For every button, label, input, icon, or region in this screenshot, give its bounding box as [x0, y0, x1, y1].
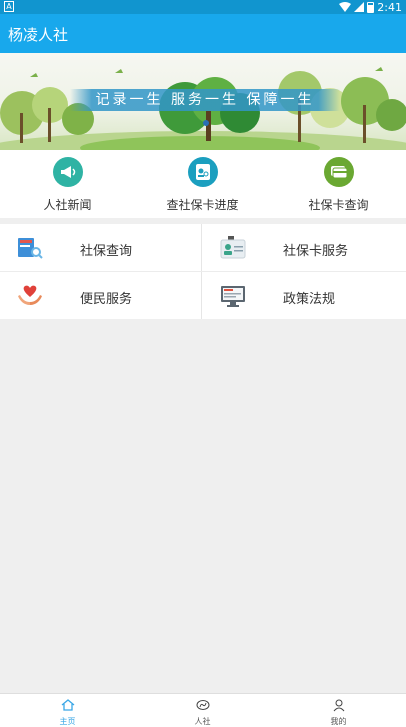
service-policy[interactable]: 政策法规 — [203, 272, 406, 319]
tab-label: 人社 — [194, 717, 211, 726]
status-bar: A 2:41 — [0, 0, 406, 14]
card-icon — [323, 157, 354, 187]
banner[interactable]: 记录一生 服务一生 保障一生 — [0, 53, 406, 150]
quick-action-news[interactable]: 人社新闻 — [0, 150, 135, 218]
service-social-insurance-query[interactable]: 社保查询 — [0, 224, 203, 271]
service-card-service[interactable]: 社保卡服务 — [203, 224, 406, 271]
service-label: 便民服务 — [80, 292, 133, 307]
heart-hands-icon — [18, 285, 42, 305]
monitor-icon — [221, 286, 245, 307]
signal-icon — [354, 2, 365, 12]
app-bar: 杨凌人社 — [0, 14, 406, 53]
document-search-icon — [18, 238, 43, 259]
tab-profile[interactable]: 我的 — [271, 694, 406, 727]
quick-action-label: 人社新闻 — [43, 198, 92, 212]
service-convenience[interactable]: 便民服务 — [0, 272, 203, 319]
si-logo-icon — [196, 700, 209, 710]
id-card-search-icon — [187, 157, 218, 187]
quick-action-label: 社保卡查询 — [308, 198, 369, 212]
tab-social[interactable]: 人社 — [135, 694, 270, 727]
service-label: 政策法规 — [283, 292, 336, 307]
status-time: 2:41 — [377, 0, 402, 14]
service-grid: 社保查询 社保卡服务 便民服务 政策法规 — [0, 224, 406, 319]
wifi-icon — [339, 2, 352, 12]
banner-slogan: 记录一生 服务一生 保障一生 — [70, 89, 340, 111]
notification-icon: A — [4, 1, 14, 12]
megaphone-icon — [52, 157, 83, 187]
quick-actions: 人社新闻 查社保卡进度 社保卡查询 — [0, 150, 406, 218]
service-label: 社保查询 — [80, 244, 133, 259]
id-card-icon — [220, 236, 246, 259]
home-icon — [61, 699, 74, 711]
bottom-tab-bar: 主页 人社 我的 — [0, 693, 406, 727]
quick-action-card-query[interactable]: 社保卡查询 — [271, 150, 406, 218]
tab-label: 主页 — [59, 717, 76, 726]
page-title: 杨凌人社 — [8, 26, 69, 44]
tab-label: 我的 — [330, 717, 347, 726]
user-icon — [333, 699, 344, 712]
quick-action-card-progress[interactable]: 查社保卡进度 — [135, 150, 270, 218]
tab-home[interactable]: 主页 — [0, 694, 135, 727]
battery-icon — [367, 1, 375, 13]
service-label: 社保卡服务 — [283, 244, 349, 259]
quick-action-label: 查社保卡进度 — [166, 198, 239, 212]
status-icons: 2:41 — [339, 0, 402, 14]
